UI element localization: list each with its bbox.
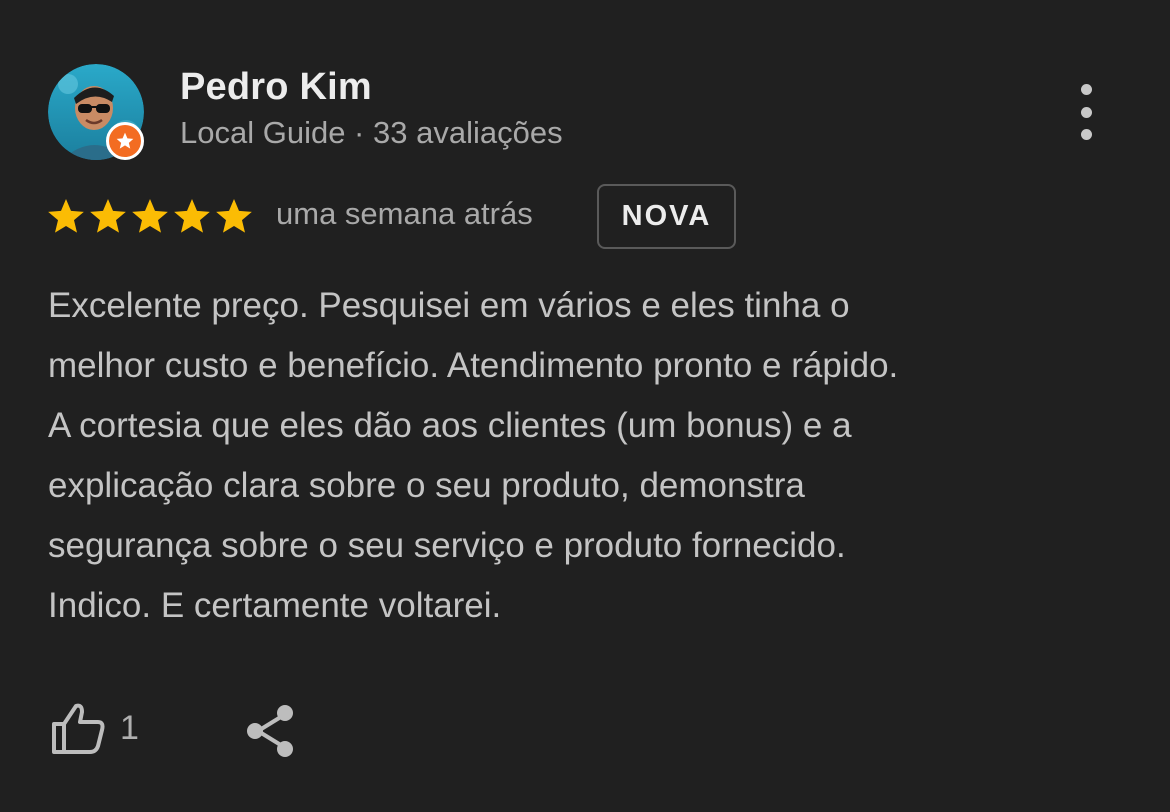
more-vert-icon xyxy=(1080,106,1092,118)
share-button[interactable] xyxy=(244,702,298,763)
review-text-line: melhor custo e benefício. Atendimento pr… xyxy=(48,346,899,385)
new-badge: NOVA xyxy=(597,184,736,249)
more-options-button[interactable] xyxy=(1066,84,1106,140)
review-text-line: A cortesia que eles dão aos clientes (um… xyxy=(48,406,852,445)
like-button[interactable]: 1 xyxy=(50,700,139,756)
review-text-line: explicação clara sobre o seu produto, de… xyxy=(48,466,805,505)
reviewer-name[interactable]: Pedro Kim xyxy=(180,66,372,109)
review-time: uma semana atrás xyxy=(276,196,533,231)
star-badge-icon xyxy=(116,132,134,149)
local-guide-badge xyxy=(106,122,144,160)
more-vert-icon xyxy=(1080,84,1092,95)
more-vert-icon xyxy=(1080,129,1092,140)
like-count: 1 xyxy=(120,708,139,747)
review-text-line: segurança sobre o seu serviço e produto … xyxy=(48,526,846,565)
avatar[interactable] xyxy=(48,64,144,160)
thumbs-up-icon xyxy=(52,703,105,754)
star-icon xyxy=(132,199,168,233)
review-text: Excelente preço. Pesquisei em vários e e… xyxy=(48,276,1118,636)
star-icon xyxy=(48,199,84,233)
star-icon xyxy=(90,199,126,233)
review-card: Pedro Kim Local Guide · 33 avaliações um… xyxy=(0,0,1170,812)
reviewer-subtitle[interactable]: Local Guide · 33 avaliações xyxy=(180,115,563,151)
review-text-line: Excelente preço. Pesquisei em vários e e… xyxy=(48,286,850,325)
star-icon xyxy=(216,199,252,233)
share-icon xyxy=(247,705,293,757)
review-text-line: Indico. E certamente voltarei. xyxy=(48,586,502,625)
star-rating xyxy=(46,196,254,236)
star-icon xyxy=(174,199,210,233)
